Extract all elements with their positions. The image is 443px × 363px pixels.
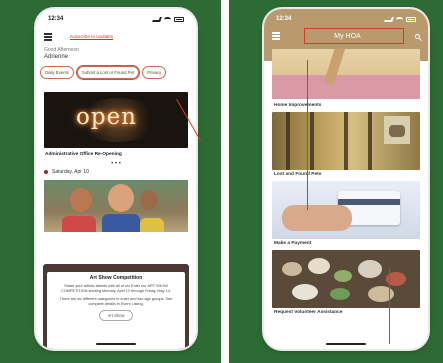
featured-card-image[interactable]: open — [44, 92, 188, 148]
sheet-body-2: There are six different categories to en… — [59, 297, 173, 306]
search-icon[interactable] — [414, 33, 420, 39]
event-bottom-sheet: Art Show Competition Share your artistic… — [43, 264, 189, 349]
annotation-arrow — [307, 60, 308, 210]
annotation-box — [304, 28, 404, 44]
date-label: Saturday, Apr 10 — [52, 169, 89, 175]
status-icons — [152, 16, 184, 22]
chip-submit-lost-found-pet[interactable]: Submit a Lost or Found Pet — [75, 65, 141, 80]
greeting: Good Afternoon — [44, 47, 80, 53]
subscribe-link[interactable]: Subscribe to Updates — [70, 34, 114, 40]
sheet-title: Art Show Competition — [89, 275, 143, 281]
sheet-body-1: Share your artistic talents with all of … — [61, 284, 171, 293]
status-icons — [384, 16, 416, 22]
make-payment-image[interactable] — [272, 181, 420, 239]
featured-card-title[interactable]: Administrative Office Re-Opening — [36, 148, 196, 157]
battery-icon — [406, 16, 416, 22]
battery-icon — [174, 16, 184, 22]
home-improvements-image[interactable] — [272, 49, 420, 99]
list-item-label[interactable]: Home Improvements — [272, 101, 420, 112]
phone-screen-hoa: 12:34 My HOA Home Improvements Lost and … — [264, 9, 428, 349]
wifi-icon — [396, 16, 403, 22]
home-indicator[interactable] — [326, 343, 366, 345]
home-indicator[interactable] — [96, 343, 136, 345]
top-bar: Subscribe to Updates — [36, 29, 196, 45]
phone-screen-home: 12:34 Subscribe to Updates Good Afternoo… — [36, 9, 196, 349]
left-panel: 12:34 Subscribe to Updates Good Afternoo… — [0, 0, 221, 363]
username: Adrienne — [44, 54, 69, 60]
wifi-icon — [164, 16, 171, 22]
signal-icon — [384, 16, 394, 22]
status-bar: 12:34 — [36, 9, 196, 29]
art-show-button[interactable]: Art Show — [99, 310, 133, 321]
sheet-content: Art Show Competition Share your artistic… — [47, 272, 185, 349]
date-row: Saturday, Apr 10 — [36, 167, 196, 177]
signal-icon — [152, 16, 162, 22]
volunteer-image[interactable] — [272, 250, 420, 308]
chip-daily-events[interactable]: Daily Events — [40, 66, 74, 79]
category-list: Home Improvements Lost and Found Pets Ma… — [272, 101, 420, 319]
status-time: 12:34 — [276, 16, 292, 22]
chip-privacy[interactable]: Privacy — [142, 66, 167, 79]
date-marker-icon — [44, 170, 48, 174]
event-photo[interactable] — [44, 180, 188, 232]
menu-icon[interactable] — [272, 32, 280, 40]
annotation-arrow — [389, 268, 390, 344]
list-item-label[interactable]: Request Volunteer Assistance — [272, 308, 420, 319]
list-item-label[interactable]: Make a Payment — [272, 239, 420, 250]
list-item-label[interactable]: Lost and Found Pets — [272, 170, 420, 181]
status-time: 12:34 — [48, 16, 64, 22]
open-sign: open — [76, 104, 137, 130]
quick-links: Daily Events Submit a Lost or Found Pet … — [36, 63, 196, 82]
lost-found-pets-image[interactable] — [272, 112, 420, 170]
menu-icon[interactable] — [44, 33, 52, 41]
status-bar: 12:34 — [264, 9, 428, 29]
